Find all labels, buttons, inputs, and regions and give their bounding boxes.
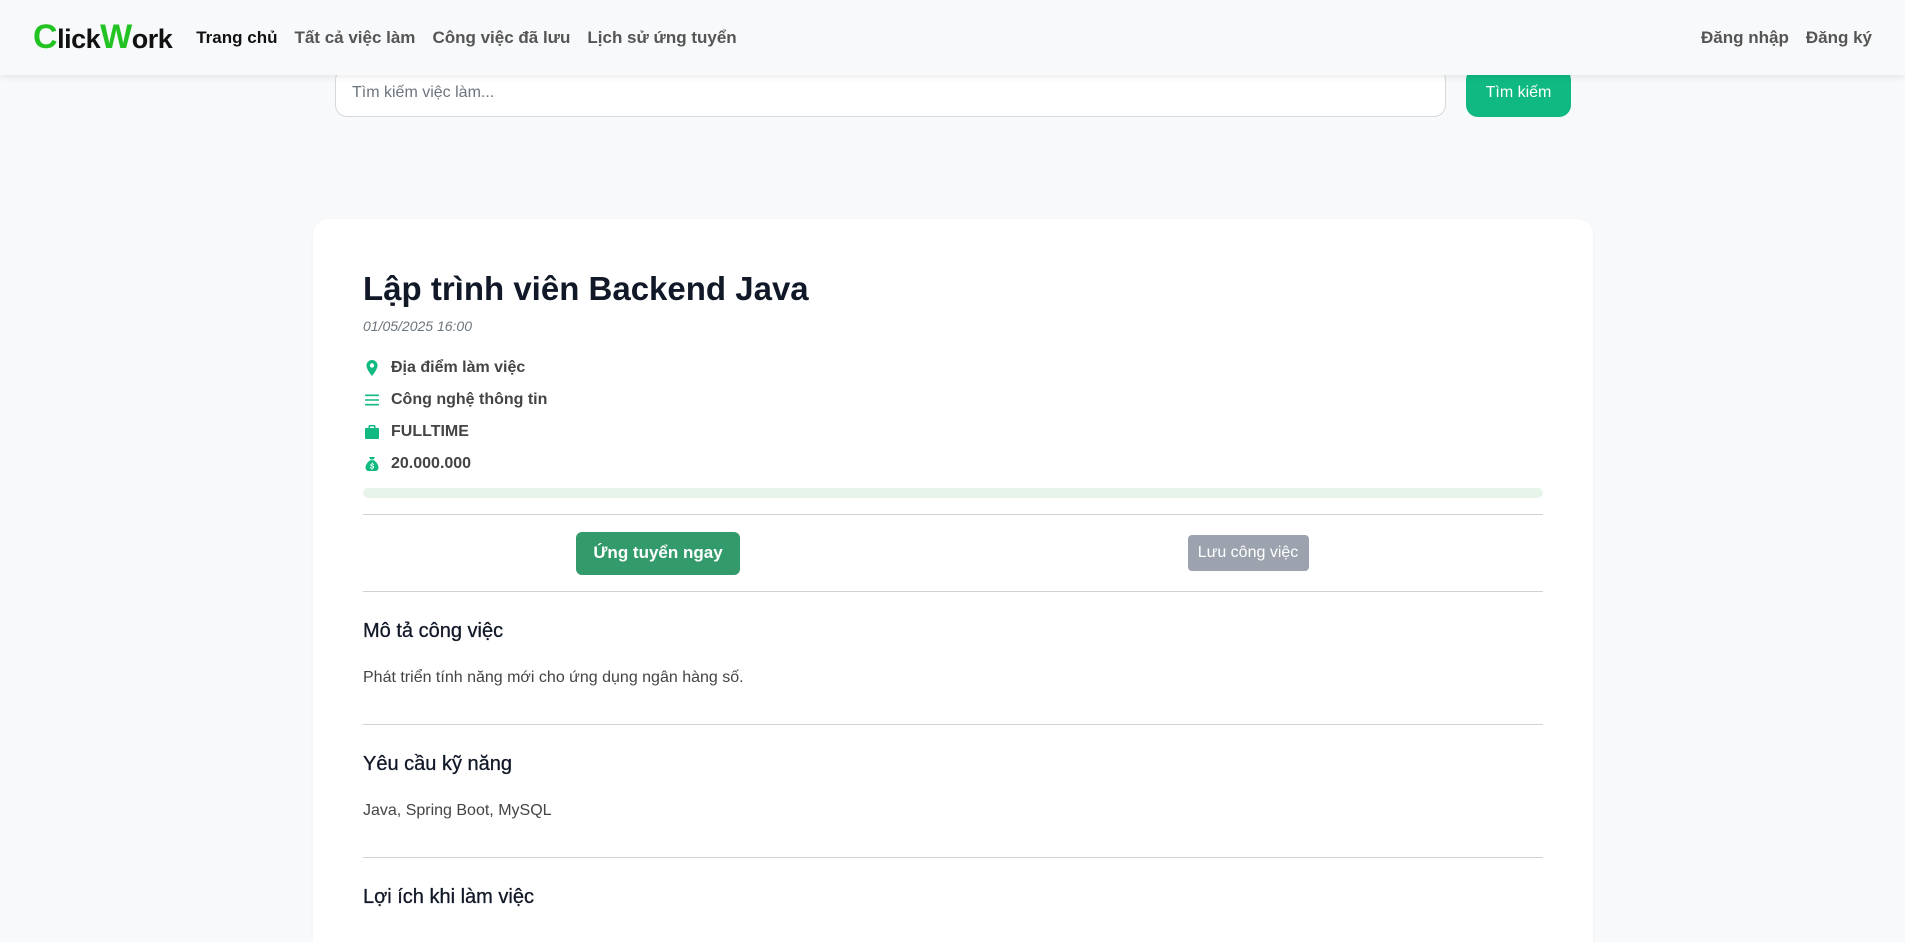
job-category: Công nghệ thông tin — [363, 384, 1543, 416]
skills-section: Yêu cầu kỹ năng Java, Spring Boot, MySQL — [363, 725, 1543, 857]
brand-letter-w: W — [100, 18, 132, 56]
brand-logo[interactable]: ClickWork — [33, 18, 173, 57]
nav-link-saved-jobs[interactable]: Công việc đã lưu — [432, 28, 570, 48]
nav-link-all-jobs[interactable]: Tất cả việc làm — [294, 28, 415, 48]
map-pin-icon — [363, 359, 381, 377]
list-icon — [363, 391, 381, 409]
job-location-text: Địa điểm làm việc — [391, 359, 526, 376]
nav-links: Trang chủ Tất cả việc làm Công việc đã l… — [196, 28, 736, 48]
register-link[interactable]: Đăng ký — [1806, 28, 1872, 48]
job-salary-text: 20.000.000 — [391, 455, 472, 472]
nav-link-application-history[interactable]: Lịch sử ứng tuyển — [587, 28, 736, 48]
job-detail-card: Lập trình viên Backend Java 01/05/2025 1… — [313, 219, 1593, 942]
benefits-section: Lợi ích khi làm việc — [363, 858, 1543, 942]
login-link[interactable]: Đăng nhập — [1701, 28, 1789, 48]
search-bar: Tìm kiếm — [335, 68, 1571, 117]
skills-heading: Yêu cầu kỹ năng — [363, 753, 512, 775]
money-bag-icon — [363, 455, 381, 473]
brand-text-lick: lick — [57, 24, 101, 54]
job-type: FULLTIME — [363, 416, 1543, 448]
job-salary: 20.000.000 — [363, 448, 1543, 480]
search-button[interactable]: Tìm kiếm — [1466, 68, 1571, 117]
description-section: Mô tả công việc Phát triển tính năng mới… — [363, 592, 1543, 724]
navbar: ClickWork Trang chủ Tất cả việc làm Công… — [0, 0, 1905, 75]
briefcase-icon — [363, 423, 381, 441]
description-heading: Mô tả công việc — [363, 620, 504, 642]
apply-now-button[interactable]: Ứng tuyển ngay — [576, 531, 740, 575]
job-title: Lập trình viên Backend Java — [363, 270, 809, 307]
job-meta-list: Địa điểm làm việc Công nghệ thông tin FU… — [363, 352, 1543, 480]
job-location: Địa điểm làm việc — [363, 352, 1543, 384]
progress-bar — [363, 488, 1543, 498]
brand-text-ork: ork — [131, 24, 173, 54]
save-job-button[interactable]: Lưu công việc — [1187, 535, 1309, 571]
job-actions: Ứng tuyển ngay Lưu công việc — [363, 515, 1543, 591]
job-posted-date: 01/05/2025 16:00 — [363, 318, 472, 334]
brand-letter-c: C — [33, 18, 58, 56]
description-body: Phát triển tính năng mới cho ứng dụng ng… — [363, 669, 744, 686]
skills-body: Java, Spring Boot, MySQL — [363, 802, 552, 819]
job-category-text: Công nghệ thông tin — [391, 391, 548, 408]
search-input[interactable] — [335, 68, 1446, 117]
benefits-heading: Lợi ích khi làm việc — [363, 886, 534, 908]
nav-link-home[interactable]: Trang chủ — [196, 28, 277, 48]
job-type-text: FULLTIME — [391, 423, 469, 440]
nav-auth: Đăng nhập Đăng ký — [1701, 28, 1872, 48]
